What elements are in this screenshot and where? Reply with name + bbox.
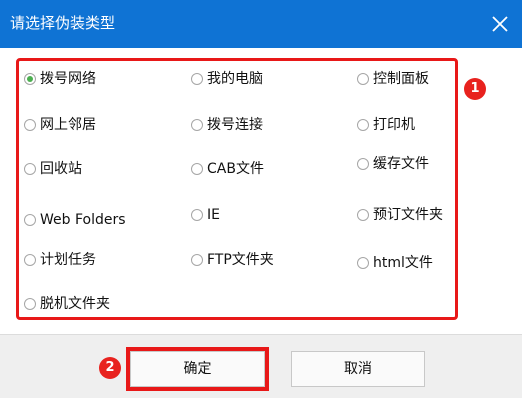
option-label: 回收站 [40,161,82,177]
option-label: 预订文件夹 [373,207,443,223]
radio-icon[interactable] [357,158,369,170]
annotation-badge-2: 2 [99,357,121,379]
radio-icon[interactable] [191,119,203,131]
option-label: 计划任务 [40,252,96,268]
option-dialup-connection[interactable]: 拨号连接 [191,115,263,135]
option-offline-folder[interactable]: 脱机文件夹 [24,294,110,314]
radio-icon[interactable] [191,209,203,221]
option-label: FTP文件夹 [207,252,274,268]
confirm-button[interactable]: 确定 [126,347,269,391]
radio-icon[interactable] [357,73,369,85]
option-label: Web Folders [40,212,126,228]
disguise-type-dialog: 请选择伪装类型 拨号网络 我的电脑 控制面板 网上邻居 拨号连接 打印机 回收站… [0,0,522,398]
option-ie[interactable]: IE [191,205,220,225]
radio-icon[interactable] [191,254,203,266]
radio-icon[interactable] [191,73,203,85]
option-label: 拨号连接 [207,117,263,133]
option-label: CAB文件 [207,161,264,177]
title-bar: 请选择伪装类型 [0,0,522,48]
option-recycle-bin[interactable]: 回收站 [24,159,82,179]
disguise-options-box: 拨号网络 我的电脑 控制面板 网上邻居 拨号连接 打印机 回收站 CAB文件 缓… [16,58,458,320]
option-label: html文件 [373,255,433,271]
option-label: 拨号网络 [40,71,96,87]
option-control-panel[interactable]: 控制面板 [357,69,429,89]
radio-icon[interactable] [357,209,369,221]
radio-icon[interactable] [357,257,369,269]
cancel-button[interactable]: 取消 [291,351,425,387]
option-label: 打印机 [373,117,415,133]
option-cache-files[interactable]: 缓存文件 [357,154,429,174]
option-html-file[interactable]: html文件 [357,253,433,273]
option-my-computer[interactable]: 我的电脑 [191,69,263,89]
option-label: IE [207,207,220,223]
option-scheduled-tasks[interactable]: 计划任务 [24,250,96,270]
radio-icon[interactable] [24,214,36,226]
option-ftp-folder[interactable]: FTP文件夹 [191,250,274,270]
annotation-badge-1: 1 [464,78,486,100]
radio-icon[interactable] [24,73,36,85]
option-subscription-folder[interactable]: 预订文件夹 [357,205,443,225]
option-printer[interactable]: 打印机 [357,115,415,135]
option-label: 网上邻居 [40,117,96,133]
option-network-neighborhood[interactable]: 网上邻居 [24,115,96,135]
dialog-title: 请选择伪装类型 [10,14,116,32]
option-web-folders[interactable]: Web Folders [24,210,126,230]
radio-icon[interactable] [24,119,36,131]
option-cab-file[interactable]: CAB文件 [191,159,264,179]
option-label: 我的电脑 [207,71,263,87]
option-dialup-network[interactable]: 拨号网络 [24,69,96,89]
radio-icon[interactable] [24,254,36,266]
radio-icon[interactable] [191,163,203,175]
radio-icon[interactable] [24,163,36,175]
option-label: 脱机文件夹 [40,296,110,312]
close-icon[interactable] [488,12,512,36]
option-label: 控制面板 [373,71,429,87]
radio-icon[interactable] [357,119,369,131]
option-label: 缓存文件 [373,156,429,172]
dialog-footer: 2 确定 取消 [0,334,522,398]
radio-icon[interactable] [24,298,36,310]
